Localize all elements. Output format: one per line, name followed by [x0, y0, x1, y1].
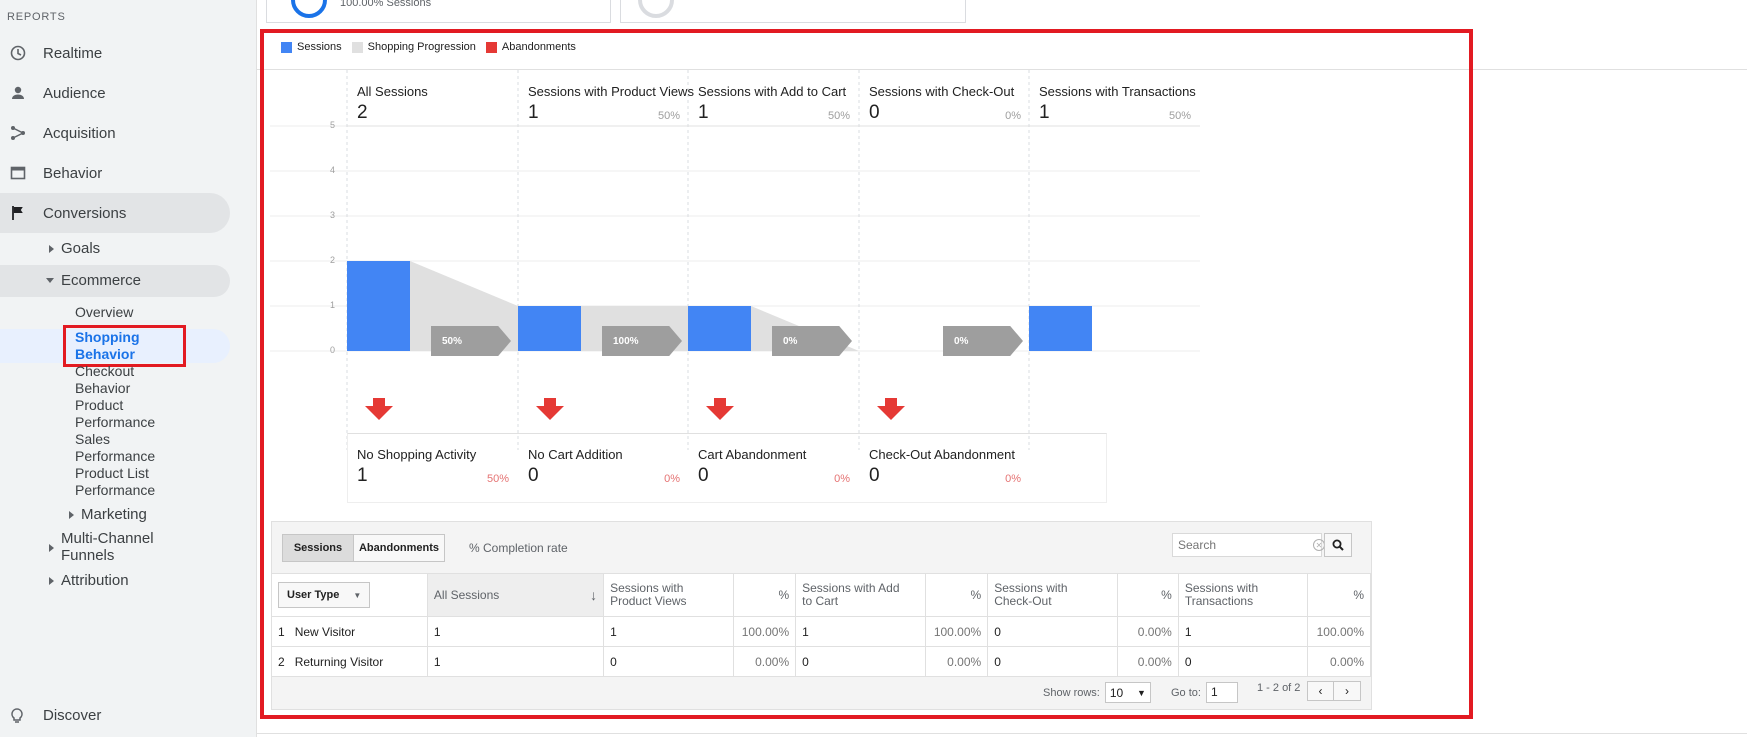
nav-item-ecommerce[interactable]: Ecommerce [46, 272, 141, 289]
nav-item-conversions[interactable]: Conversions [0, 193, 230, 233]
summary-card-text: 100.00% Sessions [340, 0, 432, 9]
acquisition-icon [2, 125, 34, 141]
lightbulb-icon [0, 707, 34, 724]
nav-item-label: Behavior [43, 164, 103, 182]
nav-item-goals[interactable]: Goals [49, 240, 100, 257]
nav-item-label: Behavior [75, 380, 131, 396]
annotation-highlight-box [63, 325, 186, 367]
reports-section-label: REPORTS [7, 11, 66, 23]
nav-item-multi-channel-funnels[interactable]: Multi-Channel Funnels [49, 530, 154, 564]
expand-arrow-icon [49, 544, 54, 552]
nav-item-label: Overview [75, 304, 134, 320]
nav-item-attribution[interactable]: Attribution [49, 572, 129, 589]
behavior-icon [2, 165, 34, 181]
progress-ring [291, 0, 327, 18]
collapse-arrow-icon [46, 278, 54, 283]
nav-item-overview[interactable]: Overview [75, 304, 133, 321]
nav-item-label: Checkout [75, 363, 135, 379]
nav-item-label: Performance [75, 448, 156, 464]
summary-card: 100.00% Sessions [266, 0, 611, 23]
expand-arrow-icon [49, 244, 54, 253]
nav-item-realtime[interactable]: Realtime [0, 33, 230, 73]
nav-item-label: Product List [75, 465, 149, 481]
nav-item-label: Audience [43, 84, 106, 102]
summary-card [620, 0, 966, 23]
annotation-highlight-box [260, 29, 1473, 719]
nav-item-audience[interactable]: Audience [0, 73, 230, 113]
nav-item-label: Realtime [43, 44, 103, 62]
progress-ring [638, 0, 674, 18]
sidebar: REPORTS Realtime Audience Acquisition Be… [0, 0, 257, 737]
nav-item-label-wrap: Multi-Channel Funnels [61, 530, 154, 564]
nav-item-label: Discover [43, 707, 102, 724]
nav-item-marketing[interactable]: Marketing [69, 506, 147, 523]
flag-icon [2, 205, 34, 221]
nav-item-label: Performance [75, 482, 156, 498]
nav-item-label: Performance [75, 414, 156, 430]
nav-item-label: Multi-Channel [61, 530, 154, 547]
person-icon [2, 85, 34, 101]
nav-item-discover[interactable]: Discover [0, 707, 101, 724]
expand-arrow-icon [69, 510, 74, 519]
divider [257, 733, 1747, 734]
nav-item-behavior[interactable]: Behavior [0, 153, 230, 193]
nav-item-label: Funnels [61, 547, 115, 564]
nav-item-label: Attribution [61, 572, 129, 589]
expand-arrow-icon [49, 576, 54, 585]
nav-item-checkout-behavior[interactable]: Checkout Behavior [75, 363, 134, 397]
clock-icon [2, 45, 34, 61]
nav-item-label: Acquisition [43, 124, 116, 142]
nav-item-label: Sales [75, 431, 111, 447]
nav-item-sales-performance[interactable]: Sales Performance [75, 431, 155, 465]
nav-item-acquisition[interactable]: Acquisition [0, 113, 230, 153]
nav-item-label: Goals [61, 240, 101, 257]
nav-item-product-list-performance[interactable]: Product List Performance [75, 465, 155, 499]
nav-item-label: Marketing [81, 506, 147, 523]
nav-item-label: Ecommerce [61, 272, 142, 289]
nav-item-label: Conversions [43, 204, 127, 222]
nav-item-product-performance[interactable]: Product Performance [75, 397, 155, 431]
nav-item-label: Product [75, 397, 124, 413]
